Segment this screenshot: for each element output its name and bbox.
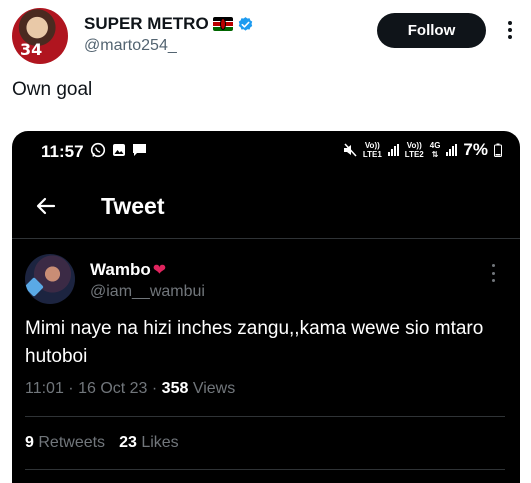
gallery-icon <box>113 144 125 156</box>
more-options-icon[interactable] <box>502 18 518 42</box>
quoted-tweet-date: 16 Oct 23 <box>78 380 148 397</box>
likes-label: Likes <box>141 434 179 451</box>
follow-button[interactable]: Follow <box>377 13 486 48</box>
avatar-jersey-number: 34 <box>20 40 43 59</box>
author-handle[interactable]: @marto254_ <box>84 37 177 55</box>
quoted-tweet-meta: 11:01 · 16 Oct 23 · 358 Views <box>25 380 236 397</box>
author-avatar[interactable]: 34 <box>12 8 68 64</box>
stats-divider <box>25 469 505 470</box>
views-label: Views <box>192 380 236 397</box>
sim2-signal-icon <box>446 144 458 156</box>
quoted-tweet-time: 11:01 <box>25 380 64 397</box>
tweet-text: Own goal <box>12 79 93 100</box>
battery-icon <box>494 143 502 157</box>
quoted-tweet-text: Mimi naye na hizi inches zangu,,kama wew… <box>25 318 484 367</box>
status-bar-time: 11:57 <box>41 142 84 161</box>
author-display-name[interactable]: SUPER METRO <box>84 14 254 34</box>
views-count: 358 <box>161 380 189 397</box>
kenya-flag-icon <box>212 17 233 31</box>
message-icon <box>133 144 146 156</box>
meta-divider <box>25 416 505 417</box>
sim1-signal-icon <box>387 144 399 156</box>
verified-badge-icon <box>237 16 254 33</box>
quoted-author-handle: @iam__wambui <box>90 283 205 300</box>
sim2-label: Vo)) LTE2 <box>404 141 424 159</box>
retweets-label: Retweets <box>38 434 106 451</box>
screen-title: Tweet <box>101 193 165 219</box>
sim1-label: Vo)) LTE1 <box>362 141 382 159</box>
quoted-author-name: Wambo ❤ <box>90 260 167 279</box>
header-divider <box>12 238 520 239</box>
mute-icon <box>343 143 357 157</box>
likes-count: 23 <box>119 434 137 451</box>
whatsapp-icon <box>90 142 106 158</box>
network-type-label: 4G ⇅ <box>429 141 441 159</box>
retweets-count: 9 <box>25 434 34 451</box>
quoted-more-icon <box>490 264 496 282</box>
battery-percent: 7% <box>463 140 488 159</box>
status-bar-right: Vo)) LTE1 Vo)) LTE2 4G ⇅ 7% <box>343 140 502 160</box>
author-name-text: SUPER METRO <box>84 14 209 33</box>
quoted-author-avatar <box>25 254 75 304</box>
attached-screenshot-image[interactable]: 11:57 Vo)) LTE1 Vo)) LTE2 4G ⇅ 7% Tweet … <box>12 131 520 483</box>
red-heart-emoji: ❤ <box>152 262 167 279</box>
quoted-tweet-stats: 9 Retweets 23 Likes <box>25 434 179 452</box>
status-bar-notification-icons <box>90 142 147 158</box>
back-arrow-icon[interactable] <box>34 194 58 223</box>
